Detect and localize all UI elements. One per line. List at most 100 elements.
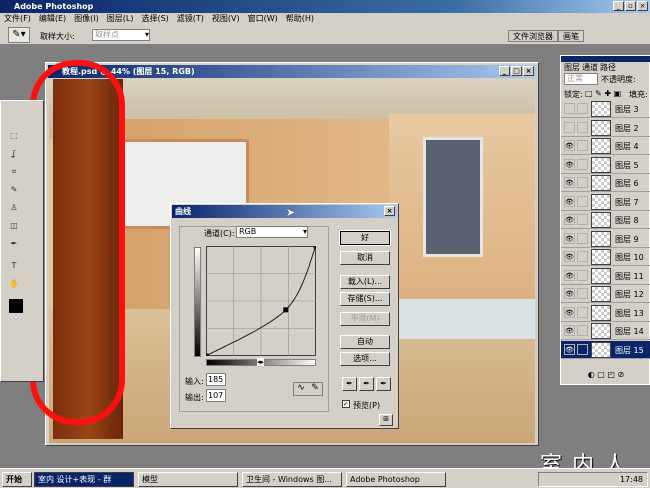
layer-row[interactable]: 👁 图层 5 xyxy=(561,156,650,174)
layer-row[interactable]: 👁 图层 8 xyxy=(561,211,650,229)
layer-link-toggle[interactable] xyxy=(577,140,588,151)
layer-link-toggle[interactable] xyxy=(577,269,588,281)
layer-row[interactable]: 👁 图层 4 xyxy=(561,137,650,155)
visibility-eye-icon[interactable]: 👁 xyxy=(564,195,575,207)
layer-link-toggle[interactable] xyxy=(577,195,588,207)
tab-paths[interactable]: 路径 xyxy=(600,62,616,73)
hand-tool-icon[interactable]: ✋ xyxy=(9,279,19,289)
menu-edit[interactable]: 编辑(E) xyxy=(39,13,66,25)
taskbar-item-photoshop[interactable]: Adobe Photoshop xyxy=(346,472,446,487)
restore-button[interactable]: ▫ xyxy=(625,1,636,11)
preview-checkbox[interactable]: ✓ xyxy=(342,400,350,408)
layer-link-toggle[interactable] xyxy=(577,343,588,355)
visibility-eye-icon[interactable] xyxy=(564,103,575,114)
visibility-eye-icon[interactable]: 👁 xyxy=(564,251,575,262)
layer-row[interactable]: 👁 图层 13 xyxy=(561,304,650,322)
layer-row[interactable]: 👁 图层 12 xyxy=(561,285,650,303)
black-eyedropper-icon[interactable]: ✒ xyxy=(342,377,357,391)
marquee-tool-icon[interactable]: ⬚ xyxy=(9,131,19,141)
layer-row[interactable]: 👁 图层 10 xyxy=(561,248,650,266)
menu-layer[interactable]: 图层(L) xyxy=(107,13,134,25)
doc-close[interactable]: × xyxy=(523,66,534,76)
cancel-button[interactable]: 取消 xyxy=(340,251,390,265)
save-button[interactable]: 存储(S)... xyxy=(340,292,390,306)
layer-row[interactable]: 👁 图层 11 xyxy=(561,267,650,285)
ok-button[interactable]: 好 xyxy=(339,230,391,246)
curve-control-point[interactable] xyxy=(283,307,289,313)
layer-link-toggle[interactable] xyxy=(577,325,588,336)
pencil-mode-icon[interactable]: ✎ xyxy=(311,383,319,395)
taskbar-item-qq-group[interactable]: 室内 设计+表现 - 群 xyxy=(34,472,134,487)
layer-link-toggle[interactable] xyxy=(577,121,588,133)
tab-file-browser[interactable]: 文件浏览器 xyxy=(508,30,558,42)
taskbar-item-model[interactable]: 模型 xyxy=(138,472,238,487)
lock-icons[interactable]: □ ✎ ✚ ▣ xyxy=(585,89,621,98)
start-button[interactable]: 开始 xyxy=(2,472,32,487)
layer-row[interactable]: 👁 图层 9 xyxy=(561,230,650,248)
visibility-eye-icon[interactable] xyxy=(564,121,575,133)
curve-point-mode-icon[interactable]: ∿ xyxy=(297,383,305,395)
menu-select[interactable]: 选择(S) xyxy=(141,13,168,25)
menu-image[interactable]: 图像(I) xyxy=(74,13,99,25)
layers-footer-icons[interactable]: ◐ ▢ ◰ ⊘ xyxy=(561,370,650,384)
white-eyedropper-icon[interactable]: ✒ xyxy=(376,377,391,391)
gray-eyedropper-icon[interactable]: ✒ xyxy=(359,377,374,391)
menu-view[interactable]: 视图(V) xyxy=(212,13,240,25)
sample-size-select[interactable]: 取样点 ▾ xyxy=(92,29,150,41)
eyedropper-tool-preset[interactable]: ✎▾ xyxy=(8,27,30,43)
visibility-eye-icon[interactable]: 👁 xyxy=(564,269,575,281)
curve-graph[interactable] xyxy=(206,246,316,356)
taskbar-item-bathroom[interactable]: 卫生间 - Windows 图... xyxy=(242,472,342,487)
eraser-tool-icon[interactable]: ◫ xyxy=(9,221,19,231)
menu-file[interactable]: 文件(F) xyxy=(4,13,31,25)
doc-maximize[interactable]: □ xyxy=(511,66,522,76)
options-button[interactable]: 选项... xyxy=(340,352,390,366)
layer-link-toggle[interactable] xyxy=(577,158,588,170)
layer-row[interactable]: 👁 图层 7 xyxy=(561,193,650,211)
input-field[interactable]: 185 xyxy=(206,373,226,386)
visibility-eye-icon[interactable]: 👁 xyxy=(564,158,575,170)
menu-help[interactable]: 帮助(H) xyxy=(286,13,314,25)
layer-row[interactable]: 👁 图层 6 xyxy=(561,174,650,192)
expand-view-icon[interactable]: ⊞ xyxy=(379,414,393,426)
brush-tool-icon[interactable]: ✎ xyxy=(9,185,19,195)
layer-link-toggle[interactable] xyxy=(577,103,588,114)
visibility-eye-icon[interactable]: 👁 xyxy=(564,325,575,336)
channel-select[interactable]: RGB ▾ xyxy=(236,226,308,238)
layer-row[interactable]: 👁 图层 14 xyxy=(561,322,650,340)
layer-link-toggle[interactable] xyxy=(577,214,588,225)
layer-row[interactable]: 👁 图层 15 xyxy=(561,340,650,359)
visibility-eye-icon[interactable]: 👁 xyxy=(564,288,575,299)
layer-link-toggle[interactable] xyxy=(577,288,588,299)
blend-mode-select[interactable]: 正常 xyxy=(564,73,598,85)
visibility-eye-icon[interactable]: 👁 xyxy=(564,306,575,318)
tab-layers[interactable]: 图层 xyxy=(564,62,580,73)
close-button[interactable]: × xyxy=(637,1,648,11)
doc-minimize[interactable]: _ xyxy=(499,66,510,76)
layer-link-toggle[interactable] xyxy=(577,306,588,318)
minimize-button[interactable]: _ xyxy=(613,1,624,11)
layer-link-toggle[interactable] xyxy=(577,251,588,262)
input-gradient-bar[interactable]: ◂▸ xyxy=(206,358,316,366)
menu-window[interactable]: 窗口(W) xyxy=(248,13,278,25)
layer-link-toggle[interactable] xyxy=(577,232,588,244)
visibility-eye-icon[interactable]: 👁 xyxy=(564,214,575,225)
layer-link-toggle[interactable] xyxy=(577,177,588,188)
auto-button[interactable]: 自动 xyxy=(340,335,390,349)
lasso-tool-icon[interactable]: ʆ xyxy=(9,149,19,159)
smooth-button[interactable]: 平滑(M) xyxy=(340,312,390,326)
type-tool-icon[interactable]: T xyxy=(9,261,19,271)
visibility-eye-icon[interactable]: 👁 xyxy=(564,177,575,188)
curves-title-bar[interactable]: 曲线 × xyxy=(172,205,397,218)
output-field[interactable]: 107 xyxy=(206,389,226,402)
visibility-eye-icon[interactable]: 👁 xyxy=(564,140,575,151)
curves-close-button[interactable]: × xyxy=(384,206,395,216)
load-button[interactable]: 载入(L)... xyxy=(340,275,390,289)
pen-tool-icon[interactable]: ✒ xyxy=(9,239,19,249)
visibility-eye-icon[interactable]: 👁 xyxy=(564,232,575,244)
document-title-bar[interactable]: 教程.psd @ 44% (图层 15, RGB) _ □ × xyxy=(48,65,536,78)
visibility-eye-icon[interactable]: 👁 xyxy=(564,343,575,355)
layer-row[interactable]: 图层 2 xyxy=(561,119,650,137)
stamp-tool-icon[interactable]: ♙ xyxy=(9,203,19,213)
layer-row[interactable]: 图层 3 xyxy=(561,100,650,118)
